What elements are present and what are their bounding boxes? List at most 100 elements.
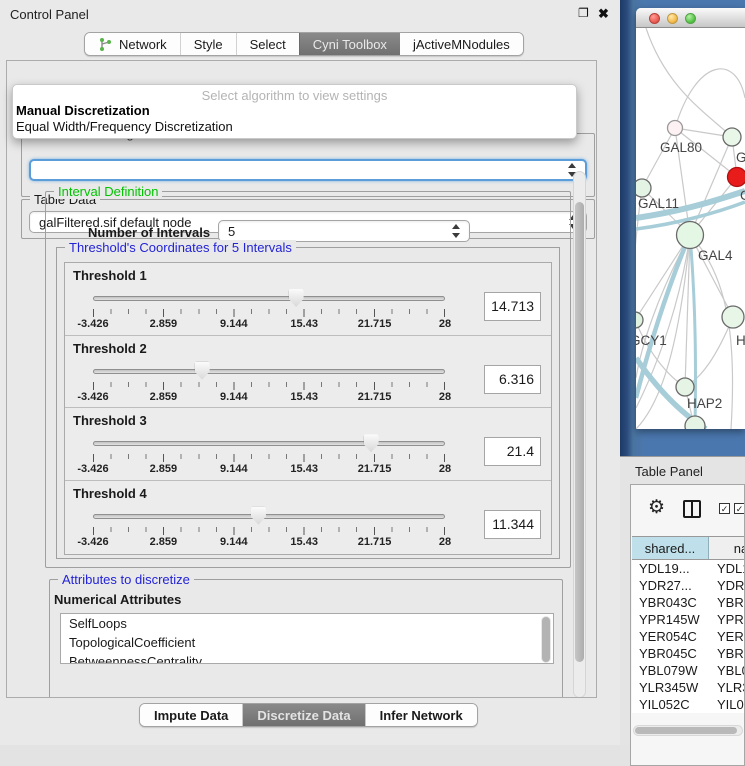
algorithm-combobox[interactable] <box>29 159 587 181</box>
slider-ticks <box>93 454 449 462</box>
list-item[interactable]: TopologicalCoefficient <box>61 633 553 652</box>
control-panel-window: Control Panel ❐ ✖ Network Style Select C… <box>0 0 620 745</box>
slider-thumb[interactable] <box>364 434 379 452</box>
threshold-1-slider[interactable]: -3.426 2.859 9.144 15.43 21.715 28 <box>93 287 445 333</box>
column-header-name[interactable]: name <box>709 537 745 559</box>
zoom-traffic-light[interactable] <box>685 13 696 24</box>
tab-network[interactable]: Network <box>85 33 180 55</box>
tick-label: 15.43 <box>290 318 318 330</box>
threshold-4-value-field[interactable]: 11.344 <box>484 510 541 539</box>
table-horizontal-scrollbar[interactable] <box>633 725 743 736</box>
number-of-intervals-combobox[interactable]: 5 <box>218 220 470 242</box>
tick-label: -3.426 <box>77 318 108 330</box>
checkbox-icon[interactable]: ✓ <box>719 503 730 514</box>
threshold-row: Threshold 2 -3.426 2.859 9.144 15.43 21.… <box>65 336 551 409</box>
table-toolbar: ⚙ ✓ ✓ <box>631 485 744 533</box>
slider-track[interactable] <box>93 369 445 374</box>
list-scrollbar[interactable] <box>541 616 551 663</box>
network-node[interactable] <box>722 306 744 328</box>
node-label-gal80: GAL80 <box>660 140 702 155</box>
table-row[interactable]: YBR045CYBR0... <box>632 645 745 662</box>
table-row[interactable]: YPR145WYPR1... <box>632 611 745 628</box>
table-row[interactable]: YER054CYER0... <box>632 628 745 645</box>
tab-discretize-data[interactable]: Discretize Data <box>242 704 364 726</box>
table-row[interactable]: YDR27...YDR2... <box>632 577 745 594</box>
network-node[interactable] <box>636 312 643 328</box>
network-canvas[interactable]: GAL80 GA C GAL11 GAL4 GCY1 H HAP2 <box>636 28 745 429</box>
tick-label: 2.859 <box>150 536 178 548</box>
column-header-shared-name[interactable]: shared... <box>632 537 709 559</box>
network-node-highlighted[interactable] <box>728 168 745 187</box>
network-icon <box>98 37 113 52</box>
node-label-cut-right: H <box>736 333 745 348</box>
table-row[interactable]: YBL079WYBL0... <box>632 662 745 679</box>
slider-ticks <box>93 527 449 535</box>
network-node[interactable] <box>677 222 704 249</box>
slider-thumb[interactable] <box>195 362 210 380</box>
network-node[interactable] <box>723 128 741 146</box>
tick-label: 28 <box>439 536 451 548</box>
list-item[interactable]: BetweennessCentrality <box>61 652 553 664</box>
tick-label: 28 <box>439 463 451 475</box>
slider-thumb[interactable] <box>289 289 304 307</box>
gear-icon[interactable]: ⚙ <box>648 497 665 519</box>
network-node[interactable] <box>668 121 683 136</box>
columns-icon[interactable] <box>683 500 701 518</box>
network-window-titlebar[interactable] <box>636 8 745 28</box>
tick-label: 9.144 <box>220 318 248 330</box>
close-traffic-light[interactable] <box>649 13 660 24</box>
node-label-cut-right: GA <box>736 150 745 165</box>
cyni-main-panel: Discretization Algorithm Table Data galF… <box>6 60 597 698</box>
threshold-3-value-field[interactable]: 21.4 <box>484 437 541 466</box>
slider-track[interactable] <box>93 296 445 301</box>
network-window: GAL80 GA C GAL11 GAL4 GCY1 H HAP2 <box>636 8 745 429</box>
table-row[interactable]: YLR345WYLR3... <box>632 679 745 696</box>
table-row[interactable]: YIL052CYIL0... <box>632 696 745 713</box>
minimize-traffic-light[interactable] <box>667 13 678 24</box>
threshold-2-value-field[interactable]: 6.316 <box>484 365 541 394</box>
table-row[interactable]: YDL19...YDL1... <box>632 560 745 577</box>
dropdown-option-equal-width[interactable]: Equal Width/Frequency Discretization <box>16 119 233 134</box>
tab-label: Network <box>119 37 167 52</box>
combo-value: 5 <box>228 224 235 239</box>
combo-arrows-icon <box>452 224 461 238</box>
table-header-row: shared... name <box>632 536 745 560</box>
threshold-3-slider[interactable]: -3.426 2.859 9.144 15.43 21.715 28 <box>93 432 445 478</box>
slider-thumb[interactable] <box>251 507 266 525</box>
threshold-2-slider[interactable]: -3.426 2.859 9.144 15.43 21.715 28 <box>93 360 445 406</box>
tab-infer-network[interactable]: Infer Network <box>365 704 477 726</box>
network-view-frame: GAL80 GA C GAL11 GAL4 GCY1 H HAP2 <box>620 0 745 456</box>
table-panel-body: ⚙ ✓ ✓ shared... name YDL19...YDL1... YDR… <box>630 484 745 766</box>
network-node[interactable] <box>676 378 694 396</box>
slider-track[interactable] <box>93 514 445 519</box>
slider-ticks <box>93 382 449 390</box>
tick-label: 21.715 <box>358 536 392 548</box>
checkbox-icon[interactable]: ✓ <box>734 503 745 514</box>
tab-impute-data[interactable]: Impute Data <box>140 704 242 726</box>
table-row[interactable]: YBR043CYBR0... <box>632 594 745 611</box>
node-label-gal4: GAL4 <box>698 248 733 263</box>
tick-label: 9.144 <box>220 536 248 548</box>
panel-scrollbar[interactable] <box>573 171 586 698</box>
tab-style[interactable]: Style <box>180 33 236 55</box>
dropdown-option-manual-discretization[interactable]: Manual Discretization <box>16 103 150 118</box>
interval-definition-group: Interval Definition Number of Intervals … <box>45 191 571 568</box>
slider-track[interactable] <box>93 441 445 446</box>
node-label-cut-right: C <box>740 188 745 203</box>
tick-label: 15.43 <box>290 391 318 403</box>
list-item[interactable]: SelfLoops <box>61 614 553 633</box>
close-window-icon[interactable]: ✖ <box>598 6 609 22</box>
tick-label: 2.859 <box>150 463 178 475</box>
tab-cyni-toolbox[interactable]: Cyni Toolbox <box>299 33 400 55</box>
threshold-4-slider[interactable]: -3.426 2.859 9.144 15.43 21.715 28 <box>93 505 445 551</box>
float-window-icon[interactable]: ❐ <box>578 6 589 20</box>
tick-label: -3.426 <box>77 463 108 475</box>
slider-ticks <box>93 309 449 317</box>
numerical-attributes-label: Numerical Attributes <box>54 592 181 607</box>
threshold-1-value-field[interactable]: 14.713 <box>484 292 541 321</box>
network-node[interactable] <box>636 179 651 197</box>
threshold-row: Threshold 1 -3.426 2.859 9.144 15.43 21.… <box>65 263 551 336</box>
tick-label: 21.715 <box>358 391 392 403</box>
tab-jactivemnodules[interactable]: jActiveMNodules <box>400 33 523 55</box>
tab-select[interactable]: Select <box>236 33 299 55</box>
